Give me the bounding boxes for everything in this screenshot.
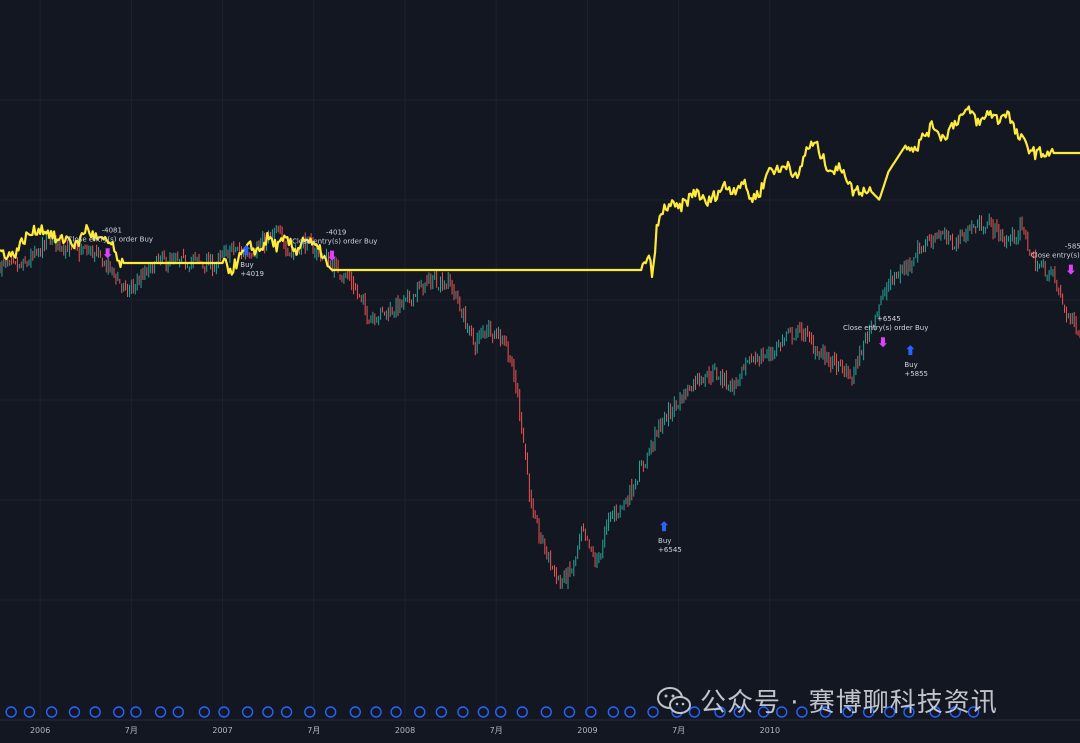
signal-label: +6545 bbox=[877, 315, 901, 323]
wechat-icon bbox=[657, 686, 691, 714]
x-tick-label: 2008 bbox=[395, 726, 415, 735]
signal-label: Close entry(s) order Buy bbox=[68, 235, 153, 243]
signal-label: -4081 bbox=[102, 226, 122, 234]
signal-label: +5855 bbox=[904, 370, 928, 378]
watermark-text: 公众号 · 赛博聊科技资讯 bbox=[700, 688, 998, 718]
signal-label: Close entry(s) order Buy bbox=[292, 238, 377, 246]
signal-label: +4019 bbox=[240, 270, 264, 278]
signal-label: -4019 bbox=[326, 229, 346, 237]
x-tick-label: 2006 bbox=[30, 726, 50, 735]
watermark: 公众号 · 赛博聊科技资讯 bbox=[656, 682, 998, 719]
price-chart[interactable]: -4081Close entry(s) order BuyBuy+4019-40… bbox=[0, 0, 1080, 743]
x-tick-label: 2010 bbox=[760, 726, 780, 735]
signal-label: Close entry(s) order Buy bbox=[1031, 252, 1080, 260]
signal-label: Buy bbox=[904, 361, 917, 369]
x-tick-label: 7月 bbox=[307, 726, 320, 735]
x-tick-label: 2009 bbox=[577, 726, 597, 735]
signal-label: +6545 bbox=[658, 546, 682, 554]
signal-label: Close entry(s) order Buy bbox=[843, 324, 928, 332]
x-tick-label: 7月 bbox=[490, 726, 503, 735]
signal-label: Buy bbox=[658, 537, 671, 545]
x-tick-label: 7月 bbox=[125, 726, 138, 735]
signal-label: Buy bbox=[240, 261, 253, 269]
signal-label: -5855 bbox=[1065, 243, 1080, 251]
x-tick-label: 2007 bbox=[212, 726, 232, 735]
x-tick-label: 7月 bbox=[672, 726, 685, 735]
